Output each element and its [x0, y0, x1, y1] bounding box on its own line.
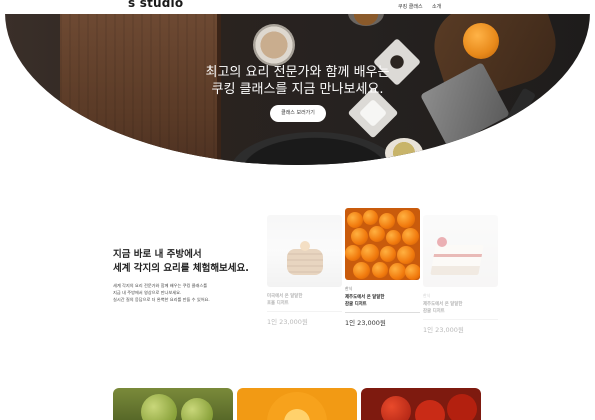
class-card[interactable]: 미국에서 온 달달한 호올 디저트 1인 23,000원 [267, 215, 342, 326]
pancake-image [267, 215, 342, 287]
card-title: 제주도에서 온 달달한 감귤 디저트 [345, 295, 385, 307]
card-price: 1인 23,000원 [423, 326, 464, 334]
nav-link-classes[interactable]: 쿠킹 클래스 [398, 3, 423, 10]
intro-section: 지금 바로 내 주방에서 세계 각지의 요리를 체험해보세요. 세계 각지의 요… [113, 248, 263, 303]
card-title: 미국에서 온 달달한 호올 디저트 [267, 294, 303, 306]
hero-title: 최고의 요리 전문가와 함께 배우는 쿠킹 클래스를 지금 만나보세요. [205, 65, 390, 97]
top-header: s studio 쿠킹 클래스 소개 [0, 0, 595, 14]
intro-title: 지금 바로 내 주방에서 세계 각지의 요리를 체험해보세요. [113, 249, 249, 274]
class-card[interactable]: 한식 제주도에서 온 달달한 감귤 디저트 1인 23,000원 [345, 208, 420, 327]
card-price: 1인 23,000원 [345, 319, 386, 327]
nav-link-about[interactable]: 소개 [432, 3, 441, 10]
orange-slice-image[interactable] [237, 388, 357, 420]
cake-image [423, 215, 498, 287]
card-tag: 한식 [423, 293, 431, 298]
bowl-image [253, 24, 295, 66]
view-classes-button[interactable]: 클래스 보러가기 [270, 105, 326, 122]
class-card[interactable]: 한식 제주도에서 온 달달한 감귤 디저트 1인 23,000원 [423, 215, 498, 334]
intro-description: 세계 각지의 요리 전문가와 함께 배우는 쿠킹 클래스를 지금 내 주방에서 … [113, 283, 210, 302]
card-price: 1인 23,000원 [267, 318, 308, 326]
oranges-image [345, 208, 420, 280]
apples-image[interactable] [113, 388, 233, 420]
orange-image [463, 23, 499, 59]
tomatoes-image[interactable] [361, 388, 481, 420]
card-tag: 한식 [345, 286, 353, 291]
card-title: 제주도에서 온 달달한 감귤 디저트 [423, 302, 463, 314]
hero-banner: 최고의 요리 전문가와 함께 배우는 쿠킹 클래스를 지금 만나보세요. 클래스… [5, 0, 590, 165]
site-logo[interactable]: s studio [128, 0, 183, 10]
